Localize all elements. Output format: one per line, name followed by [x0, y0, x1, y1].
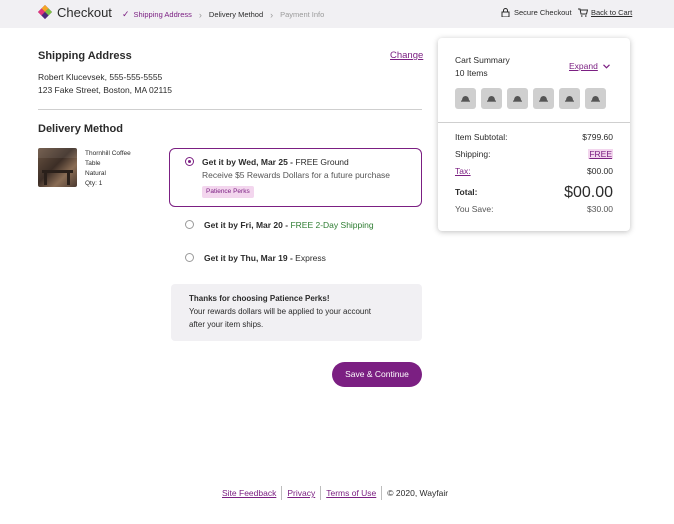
radio-two-day[interactable]: [185, 220, 194, 229]
footer-divider: [320, 486, 322, 500]
product-finish: Natural: [85, 170, 106, 177]
cart-thumbnail[interactable]: [481, 88, 502, 109]
change-address-link[interactable]: Change: [390, 50, 423, 61]
notice-line-2: after your item ships.: [189, 320, 264, 329]
image-placeholder-icon: [565, 96, 574, 102]
cart-thumbnail[interactable]: [559, 88, 580, 109]
you-save-label: You Save:: [455, 204, 494, 214]
brand-title: Checkout: [57, 5, 112, 20]
image-placeholder-icon: [487, 96, 496, 102]
shipping-name-phone: Robert Klucevsek, 555-555-5555: [38, 72, 163, 82]
you-save-value: $30.00: [587, 204, 613, 214]
image-placeholder-icon: [591, 96, 600, 102]
radio-ground-selected[interactable]: [185, 157, 194, 166]
cart-thumbnail[interactable]: [585, 88, 606, 109]
subtotal-value: $799.60: [582, 132, 613, 142]
lock-icon: [501, 8, 510, 17]
chevron-right-icon: ›: [198, 9, 202, 20]
shipping-street-address: 123 Fake Street, Boston, MA 02115: [38, 85, 173, 95]
product-name: Thornhill Coffee: [85, 150, 131, 157]
privacy-link[interactable]: Privacy: [287, 488, 315, 498]
delivery-method-heading: Delivery Method: [38, 123, 123, 135]
radio-express[interactable]: [185, 253, 194, 262]
cart-thumbnails: [455, 88, 606, 109]
chevron-right-icon: ›: [270, 9, 274, 20]
step-shipping-address[interactable]: ✓ Shipping Address: [122, 9, 192, 20]
shipping-address-heading: Shipping Address: [38, 50, 132, 62]
chevron-down-icon: [602, 63, 610, 69]
tax-link[interactable]: Tax:: [455, 166, 471, 176]
delivery-option-express[interactable]: Get it by Thu, Mar 19 - Express: [204, 253, 326, 263]
image-placeholder-icon: [513, 96, 522, 102]
checkmark-icon: ✓: [122, 9, 130, 19]
shipping-label: Shipping:: [455, 149, 491, 159]
cart-divider: [438, 122, 630, 123]
notice-title: Thanks for choosing Patience Perks!: [189, 294, 330, 303]
patience-perks-badge: Patience Perks: [202, 186, 254, 198]
page-footer: Site Feedback Privacy Terms of Use © 202…: [222, 486, 448, 500]
cart-summary-title: Cart Summary: [455, 55, 510, 65]
shipping-value[interactable]: FREE: [588, 149, 613, 159]
reward-description: Receive $5 Rewards Dollars for a future …: [202, 170, 391, 180]
patience-perks-notice: Thanks for choosing Patience Perks! Your…: [171, 284, 422, 341]
subtotal-label: Item Subtotal:: [455, 132, 508, 142]
delivery-option-ground-title: Get it by Wed, Mar 25 - FREE Ground: [202, 157, 349, 167]
secure-checkout: Secure Checkout: [501, 8, 572, 17]
checkout-header: Checkout ✓ Shipping Address › Delivery M…: [0, 0, 674, 28]
product-thumbnail: [38, 148, 77, 187]
image-placeholder-icon: [539, 96, 548, 102]
copyright: © 2020, Wayfair: [387, 488, 449, 498]
checkout-steps: ✓ Shipping Address › Delivery Method › P…: [122, 9, 324, 20]
product-name-cont: Table: [85, 160, 101, 167]
delivery-option-two-day[interactable]: Get it by Fri, Mar 20 - FREE 2-Day Shipp…: [204, 220, 374, 230]
save-continue-button[interactable]: Save & Continue: [332, 362, 422, 387]
terms-link[interactable]: Terms of Use: [326, 488, 376, 498]
step-payment-info: Payment Info: [280, 10, 325, 19]
cart-icon: [578, 8, 588, 17]
footer-divider: [281, 486, 283, 500]
image-placeholder-icon: [461, 96, 470, 102]
section-divider: [38, 109, 422, 110]
tax-value: $00.00: [587, 166, 613, 176]
step-delivery-method: Delivery Method: [208, 10, 264, 19]
site-feedback-link[interactable]: Site Feedback: [222, 488, 276, 498]
total-value: $00.00: [564, 184, 613, 201]
product-info: Thornhill Coffee Table Natural Qty: 1: [85, 149, 145, 189]
product-qty: Qty: 1: [85, 180, 103, 187]
cart-summary-panel: Cart Summary 10 Items Expand Item Subtot…: [438, 38, 630, 231]
back-to-cart-link[interactable]: Back to Cart: [578, 8, 632, 17]
cart-thumbnail[interactable]: [533, 88, 554, 109]
expand-cart-button[interactable]: Expand: [569, 61, 610, 71]
total-label: Total:: [455, 187, 478, 197]
cart-thumbnail[interactable]: [455, 88, 476, 109]
cart-item-count: 10 Items: [455, 68, 488, 78]
wayfair-logo-icon: [38, 5, 52, 19]
cart-thumbnail[interactable]: [507, 88, 528, 109]
notice-line-1: Your rewards dollars will be applied to …: [189, 307, 372, 316]
footer-divider: [381, 486, 383, 500]
